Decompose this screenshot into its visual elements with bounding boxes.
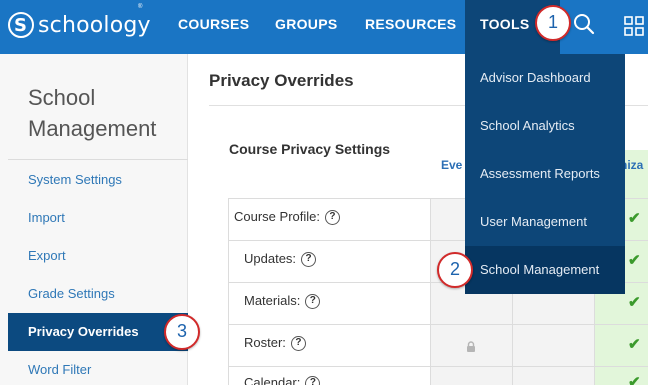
checkmark-icon[interactable]: ✔ [628, 211, 644, 226]
sidebar-divider [8, 159, 188, 160]
logo-mark-icon: S [8, 12, 34, 38]
nav-groups[interactable]: GROUPS [275, 0, 337, 54]
help-icon[interactable]: ? [305, 293, 321, 309]
schoology-logo[interactable]: S schoology [8, 10, 151, 40]
menu-item-user-management[interactable]: User Management [465, 198, 625, 246]
sidebar-item-privacy-overrides[interactable]: Privacy Overrides [8, 313, 188, 351]
menu-item-school-analytics[interactable]: School Analytics [465, 102, 625, 150]
step-callout-2: 2 [437, 252, 473, 288]
nav-resources[interactable]: RESOURCES [365, 0, 456, 54]
menu-item-advisor-dashboard[interactable]: Advisor Dashboard [465, 54, 625, 102]
page-title: Privacy Overrides [209, 71, 354, 90]
row-label: Calendar: [244, 375, 301, 385]
nav-courses[interactable]: COURSES [178, 0, 249, 54]
sidebar-title: School Management [28, 85, 157, 141]
row-roster: Roster: ? [244, 334, 306, 352]
checkmark-icon[interactable]: ✔ [628, 375, 644, 385]
help-icon[interactable]: ? [305, 375, 321, 385]
row-course-profile: Course Profile: ? [234, 208, 340, 226]
row-label: Materials: [244, 293, 301, 308]
column-header-everyone: Eve [441, 158, 463, 172]
table-column-divider [430, 198, 431, 385]
sidebar-item-grade-settings[interactable]: Grade Settings [8, 275, 188, 313]
menu-item-assessment-reports[interactable]: Assessment Reports [465, 150, 625, 198]
table-row-divider [228, 324, 648, 325]
row-label: Roster: [244, 335, 286, 350]
trademark-symbol: ® [138, 4, 143, 10]
row-label: Updates: [244, 251, 297, 266]
section-title: Course Privacy Settings [229, 141, 391, 157]
checkmark-icon[interactable]: ✔ [628, 337, 644, 352]
checkmark-icon[interactable]: ✔ [628, 295, 644, 310]
row-label: Course Profile: [234, 209, 320, 224]
help-icon[interactable]: ? [301, 251, 317, 267]
table-column-divider [228, 198, 229, 385]
checkmark-icon[interactable]: ✔ [628, 253, 644, 268]
step-callout-3: 3 [164, 314, 200, 350]
help-icon[interactable]: ? [324, 209, 340, 225]
sidebar: School Management System Settings Import… [0, 54, 188, 385]
apps-grid-icon[interactable] [618, 12, 648, 40]
menu-item-school-management[interactable]: School Management [465, 246, 625, 294]
sidebar-item-word-filter[interactable]: Word Filter [8, 351, 188, 385]
sidebar-item-export[interactable]: Export [8, 237, 188, 275]
step-callout-1: 1 [535, 5, 571, 41]
lock-icon [466, 340, 476, 352]
sidebar-item-import[interactable]: Import [8, 199, 188, 237]
table-row-divider [228, 366, 648, 367]
row-materials: Materials: ? [244, 292, 321, 310]
tools-dropdown-menu: Advisor Dashboard School Analytics Asses… [465, 54, 625, 294]
help-icon[interactable]: ? [290, 335, 306, 351]
search-icon[interactable] [570, 10, 600, 40]
sidebar-item-system-settings[interactable]: System Settings [8, 161, 188, 199]
row-calendar: Calendar: ? [244, 374, 321, 385]
row-updates: Updates: ? [244, 250, 317, 268]
logo-mark-letter: S [14, 15, 27, 36]
logo-text: schoology [38, 12, 151, 38]
